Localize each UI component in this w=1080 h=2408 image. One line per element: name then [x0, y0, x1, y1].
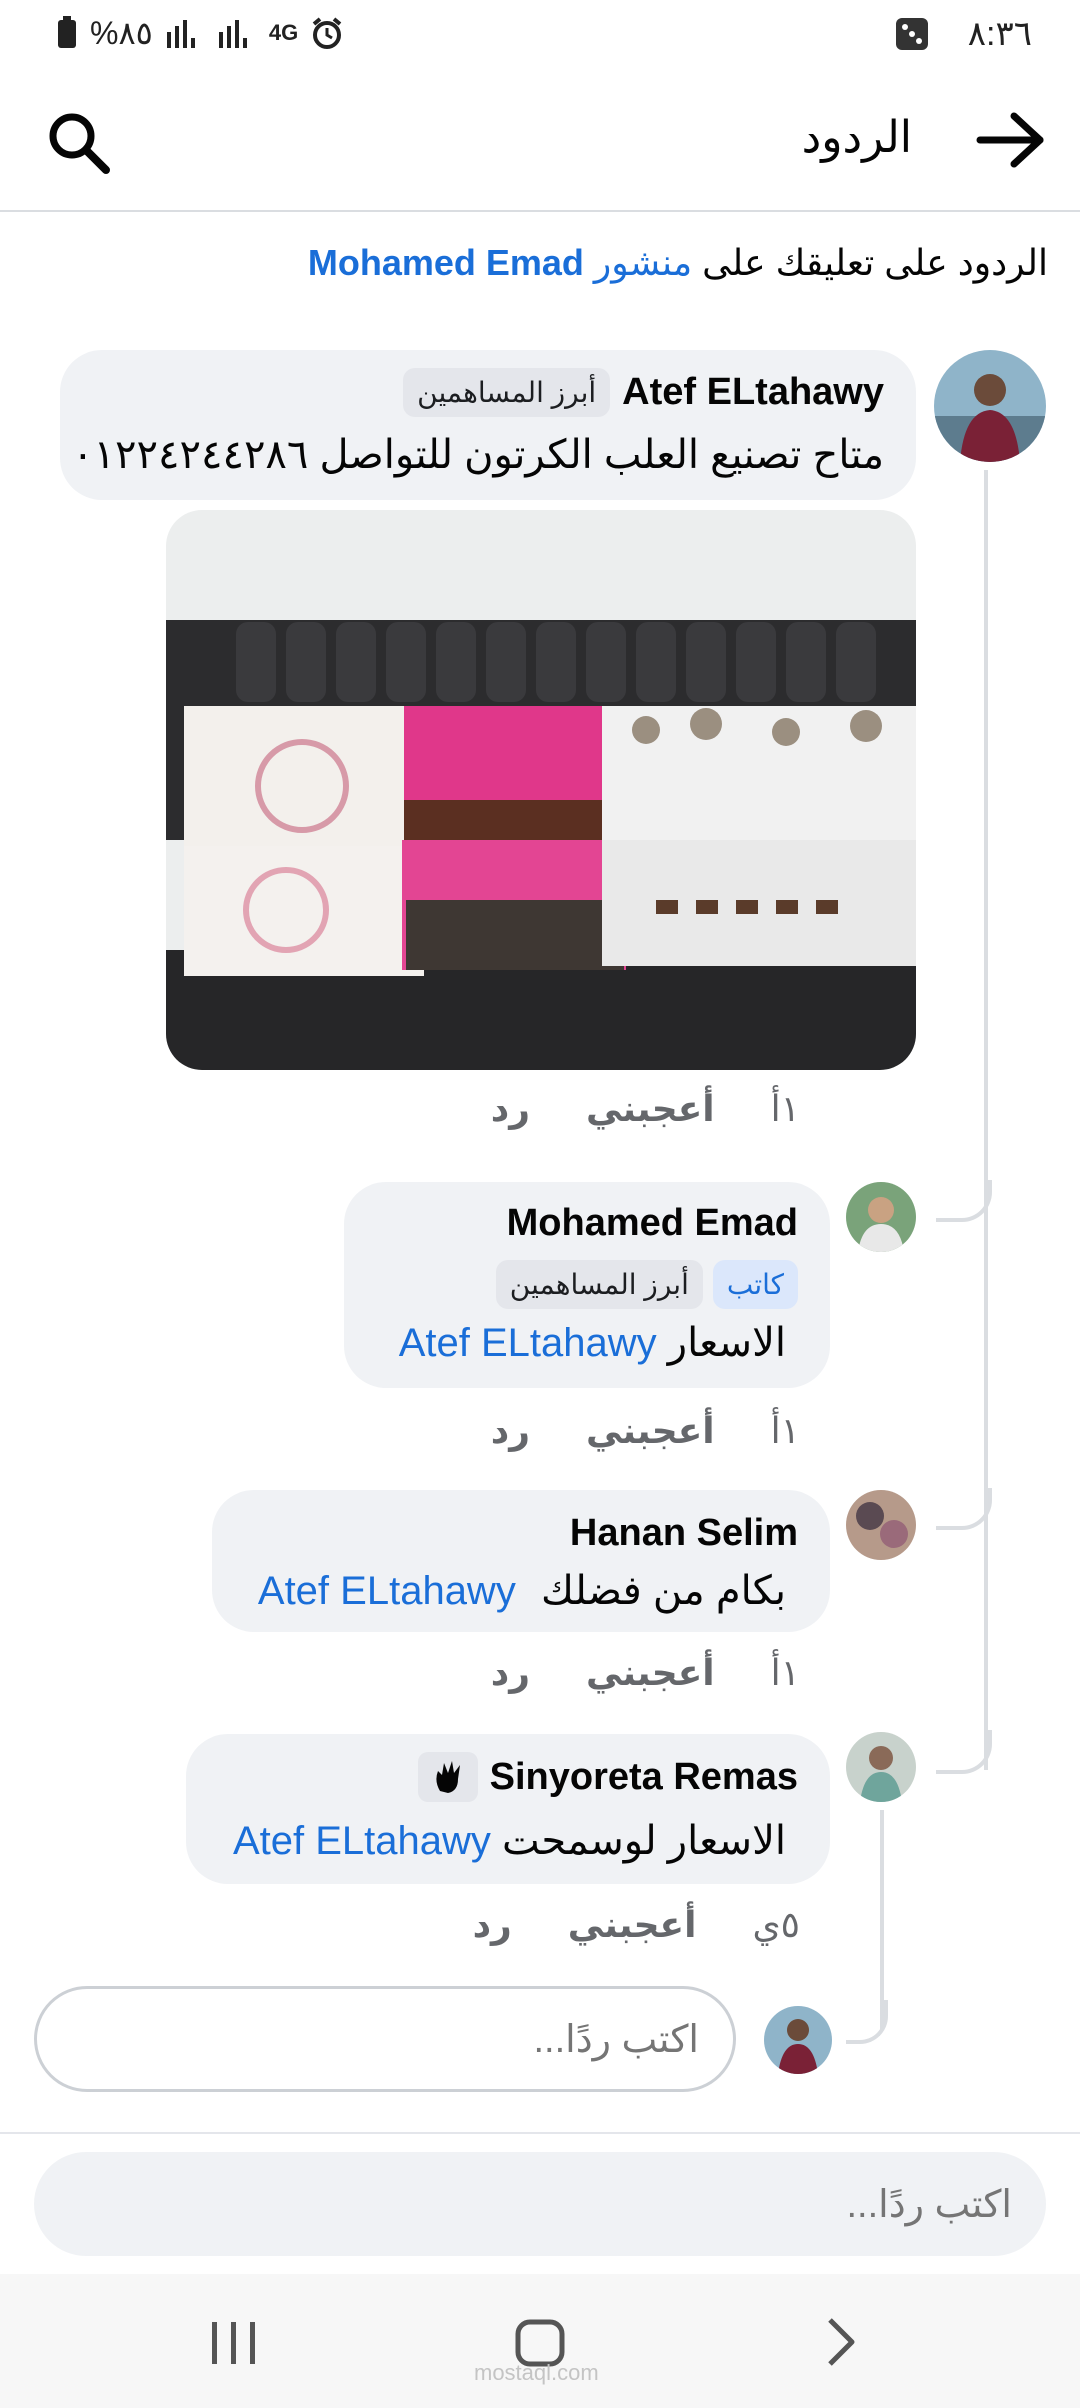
comment-text: متاح تصنيع العلب الكرتون للتواصل ٠١٢٢٤٢٤… — [72, 433, 884, 477]
reply-actions: ١أ أعجبني رد — [491, 1410, 800, 1452]
reply-badges: كاتب أبرز المساهمين — [495, 1260, 798, 1309]
reply-text: الاسعار Atef ELtahawy — [399, 1320, 786, 1366]
comment-photo[interactable] — [166, 510, 916, 1070]
alarm-icon — [312, 17, 342, 49]
mention-link[interactable]: Atef ELtahawy — [258, 1569, 516, 1613]
reply-author-name[interactable]: Hanan Selim — [570, 1512, 798, 1555]
page-title: الردود — [801, 113, 912, 162]
mention-link[interactable]: Atef ELtahawy — [399, 1321, 657, 1365]
avatar-sinyoreta-image — [846, 1732, 916, 1802]
reply-author-name[interactable]: Mohamed Emad — [507, 1202, 798, 1245]
context-post-author[interactable]: Mohamed Emad — [308, 242, 584, 283]
reply-button[interactable]: رد — [491, 1410, 530, 1452]
recent-apps-icon[interactable] — [206, 2318, 262, 2368]
reply-button[interactable]: رد — [473, 1904, 512, 1946]
current-user-avatar — [764, 2006, 832, 2074]
status-bar: %٨٥ 4G ٨:٣٦ — [0, 0, 1080, 72]
comment-bubble-atef[interactable]: Atef ELtahawy أبرز المساهمين متاح تصنيع … — [60, 350, 916, 500]
reply-input[interactable] — [73, 1989, 701, 2091]
status-time: ٨:٣٦ — [967, 15, 1032, 53]
back-arrow-icon[interactable] — [974, 110, 1048, 170]
comment-time: ١أ — [770, 1088, 800, 1129]
search-icon[interactable] — [44, 108, 114, 178]
like-button[interactable]: أعجبني — [586, 1088, 715, 1130]
top-contributor-badge: أبرز المساهمين — [495, 1260, 703, 1309]
top-contributor-badge: أبرز المساهمين — [403, 368, 611, 417]
reply-header: Sinyoreta Remas — [417, 1752, 798, 1802]
status-left-icons: %٨٥ 4G — [56, 14, 344, 52]
like-button[interactable]: أعجبني — [568, 1904, 697, 1946]
network-type: 4G — [268, 20, 299, 45]
like-button[interactable]: أعجبني — [586, 1652, 715, 1694]
comment-actions: ١أ أعجبني رد — [491, 1088, 800, 1130]
bottom-reply-input[interactable] — [70, 2152, 1014, 2258]
reply-author-name[interactable]: Sinyoreta Remas — [490, 1756, 798, 1799]
reply-context: الردود على تعليقك على منشور Mohamed Emad — [308, 242, 1048, 284]
comment-author-name[interactable]: Atef ELtahawy — [622, 371, 884, 414]
mention-link[interactable]: Atef ELtahawy — [233, 1819, 491, 1863]
reply-text: بكام من فضلك Atef ELtahawy — [258, 1568, 786, 1614]
reply-time: ١أ — [770, 1652, 800, 1693]
avatar-hanan-image — [846, 1490, 916, 1560]
avatar-atef[interactable] — [934, 350, 1046, 462]
avatar-hanan[interactable] — [846, 1490, 916, 1560]
new-member-badge-icon — [417, 1752, 478, 1802]
current-user-avatar-image — [764, 2006, 832, 2074]
reply-time: ٥ي — [752, 1904, 800, 1945]
signal-icon-2 — [218, 20, 247, 48]
reply-text-body: الاسعار — [667, 1321, 786, 1365]
reply-bubble-mohamed[interactable]: Mohamed Emad كاتب أبرز المساهمين الاسعار… — [344, 1182, 830, 1388]
thread-line-sub — [880, 1810, 884, 2030]
dice-icon — [896, 18, 928, 50]
comment-header: Atef ELtahawy أبرز المساهمين — [403, 368, 884, 417]
reply-button[interactable]: رد — [491, 1652, 530, 1694]
signal-icon — [166, 20, 195, 48]
reply-text: الاسعار لوسمحت Atef ELtahawy — [233, 1818, 786, 1864]
reply-bubble-hanan[interactable]: Hanan Selim بكام من فضلك Atef ELtahawy — [212, 1490, 830, 1632]
reply-text-body: الاسعار لوسمحت — [502, 1819, 786, 1863]
reply-actions: ٥ي أعجبني رد — [473, 1904, 800, 1946]
avatar-mohamed-image — [846, 1182, 916, 1252]
reply-bubble-sinyoreta[interactable]: Sinyoreta Remas الاسعار لوسمحت Atef ELta… — [186, 1734, 830, 1884]
back-icon[interactable] — [820, 2314, 860, 2370]
avatar-sinyoreta[interactable] — [846, 1732, 916, 1802]
gift-boxes-image — [166, 510, 916, 1070]
reply-button[interactable]: رد — [491, 1088, 530, 1130]
avatar-mohamed[interactable] — [846, 1182, 916, 1252]
divider — [0, 2132, 1080, 2134]
thread-branch-input — [846, 2000, 888, 2044]
battery-icon — [58, 16, 76, 48]
reply-input-box[interactable] — [34, 1986, 736, 2092]
thread-line-main — [984, 470, 988, 1770]
battery-level: %٨٥ — [90, 15, 153, 51]
android-nav-bar: mostaql.com — [0, 2274, 1080, 2408]
watermark: mostaql.com — [474, 2360, 599, 2385]
app-header: الردود — [0, 84, 1080, 212]
context-post-link[interactable]: منشور — [594, 242, 692, 283]
context-prefix: الردود على تعليقك على — [702, 242, 1048, 283]
bottom-reply-composer[interactable] — [34, 2152, 1046, 2258]
reply-actions: ١أ أعجبني رد — [491, 1652, 800, 1694]
reply-time: ١أ — [770, 1410, 800, 1451]
author-badge: كاتب — [712, 1260, 798, 1309]
avatar-atef-image — [934, 350, 1046, 462]
reply-text-body: بكام من فضلك — [540, 1569, 786, 1613]
like-button[interactable]: أعجبني — [586, 1410, 715, 1452]
